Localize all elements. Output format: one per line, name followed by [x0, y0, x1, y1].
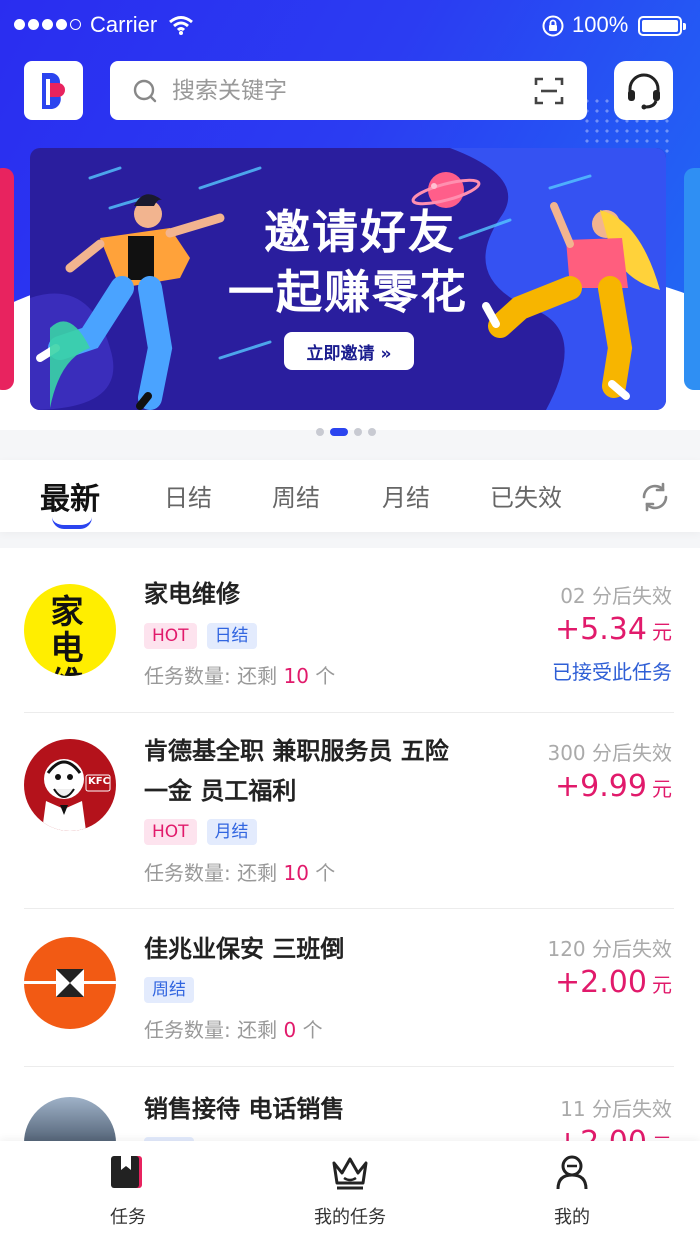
signal-icon — [14, 19, 81, 30]
task-reward: +9.99 元 — [555, 769, 672, 804]
carousel-dot — [316, 428, 324, 436]
task-tags: HOT 日结 — [144, 623, 257, 649]
expire-time: 300 分后失效 — [547, 741, 672, 765]
filter-tabs: 最新 日结 周结 月结 已失效 — [0, 460, 700, 532]
reward-amount: +2.00 — [554, 965, 647, 1000]
task-title: 肯德基全职 兼职服务员 五险一金 员工福利 — [144, 737, 449, 805]
task-count: 任务数量: 还剩 0 个 — [144, 1014, 323, 1043]
battery-icon — [638, 16, 686, 36]
avatar-text: 家 电 维 修 — [50, 592, 90, 677]
task-tags: HOT 月结 — [144, 819, 257, 845]
reward-amount: +9.99 — [554, 769, 647, 804]
count-label: 任务数量: 还剩 — [144, 664, 278, 688]
task-title: 家电维修 — [144, 580, 240, 608]
carousel-indicator — [316, 428, 376, 436]
task-reward: +2.00 元 — [555, 965, 672, 1000]
tabbar-label: 任务 — [110, 1207, 146, 1228]
task-count: 任务数量: 还剩 10 个 — [144, 857, 335, 886]
search-icon — [133, 79, 157, 103]
count-unit: 个 — [315, 861, 336, 885]
customer-service-button[interactable] — [614, 61, 673, 120]
status-bar: Carrier 100% — [0, 0, 700, 52]
task-avatar — [24, 937, 116, 1029]
count-label: 任务数量: 还剩 — [144, 1018, 278, 1042]
rotation-lock-icon — [542, 15, 564, 37]
count-value: 10 — [283, 861, 309, 885]
row-divider — [24, 908, 674, 909]
settlement-badge: 周结 — [144, 977, 194, 1003]
task-avatar: KFC — [24, 739, 116, 831]
settlement-badge: 月结 — [206, 819, 257, 845]
refresh-icon[interactable] — [638, 480, 672, 514]
banner-headline: 邀请好友 — [264, 205, 456, 259]
tabbar-label: 我的 — [554, 1207, 590, 1228]
task-title: 销售接待 电话销售 — [144, 1095, 345, 1123]
tab-expired[interactable]: 已失效 — [490, 478, 562, 513]
app-logo[interactable] — [24, 61, 83, 120]
carousel-next-card[interactable] — [684, 168, 700, 390]
task-avatar: 家 电 维 修 — [24, 584, 116, 676]
reward-amount: +5.34 — [554, 612, 647, 647]
banner-subheadline: 一起赚零花 — [228, 265, 468, 319]
tabbar-item-tasks[interactable]: 任务 — [68, 1153, 188, 1229]
hot-badge: HOT — [144, 623, 197, 649]
reward-unit: 元 — [652, 620, 672, 644]
expire-time: 120 分后失效 — [547, 937, 672, 961]
task-icon — [111, 1156, 142, 1188]
tab-monthly[interactable]: 月结 — [382, 478, 430, 513]
count-unit: 个 — [315, 664, 336, 688]
search-bar[interactable] — [110, 61, 587, 120]
carousel-prev-card[interactable] — [0, 168, 14, 390]
count-unit: 个 — [302, 1018, 323, 1042]
task-title: 佳兆业保安 三班倒 — [144, 935, 345, 963]
active-tab-indicator — [52, 517, 92, 529]
row-divider — [24, 712, 674, 713]
bottom-tab-bar: 任务 我的任务 我的 — [0, 1141, 700, 1244]
row-divider — [24, 1066, 674, 1067]
task-reward: +5.34 元 — [555, 612, 672, 647]
expire-time: 02 分后失效 — [560, 584, 672, 608]
task-tags: 周结 — [144, 977, 194, 1003]
crown-icon — [332, 1157, 368, 1190]
count-value: 10 — [283, 664, 309, 688]
headset-icon — [627, 73, 660, 109]
avatar-text: KFC — [88, 776, 110, 787]
count-label: 任务数量: 还剩 — [144, 861, 278, 885]
invite-now-button[interactable]: 立即邀请 » — [284, 332, 414, 370]
reward-unit: 元 — [652, 777, 672, 801]
security-company-logo-icon — [24, 969, 116, 997]
scan-icon[interactable] — [533, 75, 565, 107]
carousel-dot — [368, 428, 376, 436]
tabbar-label: 我的任务 — [314, 1207, 386, 1228]
tabbar-item-profile[interactable]: 我的 — [512, 1153, 632, 1229]
battery-percent: 100% — [572, 12, 629, 37]
hot-badge: HOT — [144, 819, 197, 845]
task-list: 家 电 维 修 家电维修 HOT 日结 任务数量: 还剩 10 个 02 分后失… — [0, 548, 700, 1148]
carousel-dot — [354, 428, 362, 436]
tab-latest[interactable]: 最新 — [40, 474, 100, 518]
count-value: 0 — [283, 1018, 297, 1042]
task-count: 任务数量: 还剩 10 个 — [144, 660, 335, 689]
reward-unit: 元 — [652, 973, 672, 997]
carousel-dot-active — [330, 428, 348, 436]
tab-weekly[interactable]: 周结 — [272, 478, 320, 513]
carrier-label: Carrier — [90, 12, 158, 37]
settlement-badge: 日结 — [206, 623, 257, 649]
wifi-icon — [169, 16, 193, 35]
profile-icon — [556, 1155, 588, 1190]
search-input[interactable] — [172, 71, 512, 111]
tab-daily[interactable]: 日结 — [164, 478, 212, 513]
tabbar-item-my-tasks[interactable]: 我的任务 — [290, 1153, 410, 1229]
promo-banner[interactable]: 邀请好友 一起赚零花 立即邀请 » — [30, 148, 666, 410]
expire-time: 11 分后失效 — [560, 1097, 672, 1121]
accepted-status: 已接受此任务 — [552, 660, 672, 684]
logo-icon — [41, 72, 65, 109]
